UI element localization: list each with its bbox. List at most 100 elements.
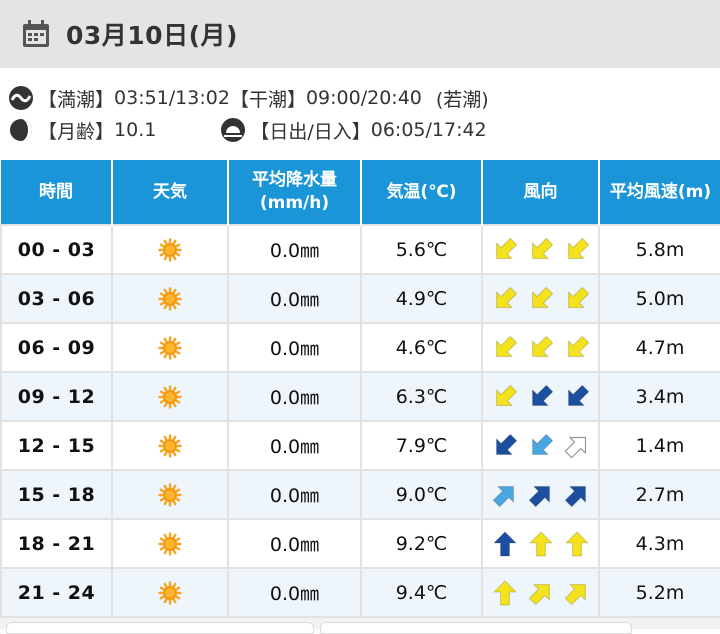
time-cell: 15 - 18 xyxy=(0,469,113,520)
sunrise-label: 【日出/日入】 xyxy=(250,120,371,143)
wind-arrow-icon xyxy=(492,530,517,557)
sunny-icon xyxy=(158,237,182,262)
wind-speed-cell: 3.4m xyxy=(598,371,720,422)
wind-arrow-icon xyxy=(495,237,517,259)
col-precip: 平均降水量 (mm/h) xyxy=(228,160,362,225)
precip-cell: 0.0㎜ xyxy=(227,322,362,373)
temp-cell: 9.4℃ xyxy=(360,567,483,618)
time-cell: 06 - 09 xyxy=(0,322,113,373)
wind-arrow-icon xyxy=(531,286,553,308)
ad-strip xyxy=(0,618,720,634)
wind-direction-cell xyxy=(481,469,600,520)
moon-age-value: 10.1 xyxy=(114,119,157,141)
sunny-icon xyxy=(158,482,182,507)
wind-arrow-icon xyxy=(564,583,586,605)
date-title: 03月10日(月) xyxy=(66,21,238,50)
weather-cell xyxy=(111,420,229,471)
col-temp: 気温(℃) xyxy=(361,160,483,225)
sunny-icon xyxy=(158,384,182,409)
sunrise-icon xyxy=(221,118,246,142)
wind-arrow-icon xyxy=(531,335,553,357)
weather-cell xyxy=(111,567,229,618)
forecast-table: 時間 天気 平均降水量 (mm/h) 気温(℃) 風向 平均風速(m) 00 - … xyxy=(0,160,720,618)
wind-arrow-icon xyxy=(564,530,589,557)
table-row: 21 - 24 0.0㎜ 9.4℃ 5.2m xyxy=(0,567,720,618)
temp-cell: 4.6℃ xyxy=(360,322,483,373)
temp-cell: 5.6℃ xyxy=(360,224,483,275)
wind-arrow-icon xyxy=(528,485,550,507)
precip-cell: 0.0㎜ xyxy=(227,371,362,422)
precip-cell: 0.0㎜ xyxy=(227,224,362,275)
ad-card[interactable] xyxy=(320,622,632,634)
wind-arrow-icon xyxy=(531,384,553,406)
tide-type: (若潮) xyxy=(435,88,489,111)
sunny-icon xyxy=(158,580,182,605)
table-row: 06 - 09 0.0㎜ 4.6℃ 4.7m xyxy=(0,322,720,373)
time-cell: 21 - 24 xyxy=(0,567,113,618)
wind-direction-cell xyxy=(481,224,600,275)
table-row: 00 - 03 0.0㎜ 5.6℃ 5.8m xyxy=(0,224,720,275)
wind-speed-cell: 2.7m xyxy=(598,469,720,520)
sunny-icon xyxy=(158,286,182,311)
wind-speed-cell: 5.2m xyxy=(598,567,720,618)
table-row: 18 - 21 0.0㎜ 9.2℃ 4.3m xyxy=(0,518,720,569)
wind-arrow-icon xyxy=(495,335,517,357)
tide-icon xyxy=(9,86,33,110)
wind-arrow-icon xyxy=(528,530,553,557)
wind-direction-cell xyxy=(481,371,600,422)
temp-cell: 7.9℃ xyxy=(360,420,483,471)
moon-age-label: 【月齢】 xyxy=(38,120,115,143)
calendar-icon xyxy=(23,20,49,47)
low-tide-times: 09:00/20:40 xyxy=(305,87,422,109)
time-cell: 18 - 21 xyxy=(0,518,113,569)
precip-cell: 0.0㎜ xyxy=(227,469,362,520)
wind-arrow-icon xyxy=(567,384,589,406)
ad-card[interactable] xyxy=(6,622,314,634)
wind-speed-cell: 4.3m xyxy=(598,518,720,569)
wind-arrow-icon xyxy=(564,436,586,458)
time-cell: 03 - 06 xyxy=(0,273,113,324)
moon-icon xyxy=(10,119,32,141)
wind-arrow-icon xyxy=(495,433,517,455)
time-cell: 12 - 15 xyxy=(0,420,113,471)
time-cell: 09 - 12 xyxy=(0,371,113,422)
precip-cell: 0.0㎜ xyxy=(227,420,362,471)
wind-arrow-icon xyxy=(531,433,553,455)
wind-arrow-icon xyxy=(567,286,589,308)
wind-direction-cell xyxy=(481,273,600,324)
weather-cell xyxy=(111,224,229,275)
wind-arrow-icon xyxy=(495,384,517,406)
wind-arrow-icon xyxy=(567,237,589,259)
table-row: 15 - 18 0.0㎜ 9.0℃ 2.7m xyxy=(0,469,720,520)
sunny-icon xyxy=(158,433,182,458)
wind-arrow-icon xyxy=(564,485,586,507)
wind-speed-cell: 1.4m xyxy=(598,420,720,471)
sunny-icon xyxy=(158,335,182,360)
precip-cell: 0.0㎜ xyxy=(227,518,362,569)
wind-arrow-icon xyxy=(567,335,589,357)
temp-cell: 6.3℃ xyxy=(360,371,483,422)
wind-speed-cell: 4.7m xyxy=(598,322,720,373)
table-row: 09 - 12 0.0㎜ 6.3℃ 3.4m xyxy=(0,371,720,422)
table-row: 03 - 06 0.0㎜ 4.9℃ 5.0m xyxy=(0,273,720,324)
wind-direction-cell xyxy=(481,322,600,373)
sunny-icon xyxy=(158,531,182,556)
precip-cell: 0.0㎜ xyxy=(227,567,362,618)
time-cell: 00 - 03 xyxy=(0,224,113,275)
sunrise-value: 06:05/17:42 xyxy=(370,119,487,141)
weather-cell xyxy=(111,469,229,520)
precip-cell: 0.0㎜ xyxy=(227,273,362,324)
wind-arrow-icon xyxy=(531,237,553,259)
low-tide-label: 【干潮】 xyxy=(229,88,306,111)
table-row: 12 - 15 0.0㎜ 7.9℃ 1.4m xyxy=(0,420,720,471)
high-tide-label: 【満潮】 xyxy=(38,88,115,111)
wind-arrow-icon xyxy=(495,286,517,308)
weather-cell xyxy=(111,371,229,422)
wind-direction-cell xyxy=(481,420,600,471)
weather-cell xyxy=(111,518,229,569)
high-tide-times: 03:51/13:02 xyxy=(114,87,230,109)
temp-cell: 4.9℃ xyxy=(360,273,483,324)
weather-cell xyxy=(111,273,229,324)
table-header-row: 時間 天気 平均降水量 (mm/h) 気温(℃) 風向 平均風速(m) xyxy=(1,160,720,225)
wind-speed-cell: 5.0m xyxy=(598,273,720,324)
